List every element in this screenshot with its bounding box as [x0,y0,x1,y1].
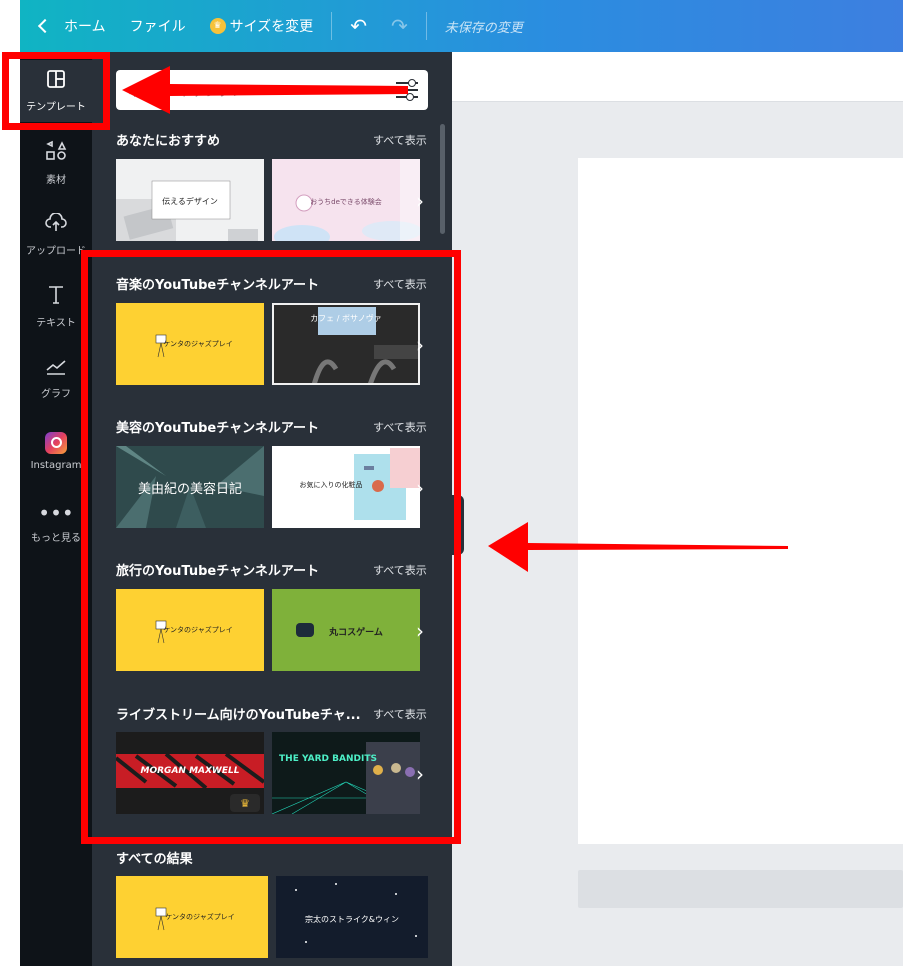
file-menu-button[interactable]: ファイル [118,0,198,52]
sidebar-item-label: もっと見る [31,533,81,544]
chevron-left-icon [37,18,53,34]
undo-icon[interactable]: ↶ [338,14,379,38]
resize-label: サイズを変更 [229,19,314,35]
toolbar-divider [331,12,333,40]
section-title: すべての結果 [116,852,193,867]
instagram-icon [45,431,67,454]
canvas-area [452,52,903,966]
canvas-header-strip [452,52,903,102]
sidebar-item-elements[interactable]: 素材 [20,132,92,194]
sidebar-item-label: 素材 [46,175,66,186]
template-thumbnail[interactable]: 伝えるデザイン [116,159,264,241]
thumbnail-text: 宗太のストライク&ウィン [304,915,400,924]
thumbnail-text: ケンタのジャズプレイ [165,913,235,921]
home-button[interactable]: ホーム [20,0,118,52]
canva-editor: ホーム ファイル ♛ サイズを変更 ↶ ↷ 未保存の変更 テンプレート 素材 ア… [0,0,903,966]
sidebar-item-label: テキスト [36,318,76,329]
resize-button[interactable]: ♛ サイズを変更 [198,0,326,52]
annotation-box-templates [2,52,110,130]
upload-icon [45,212,67,237]
top-bar: ホーム ファイル ♛ サイズを変更 ↶ ↷ 未保存の変更 [20,0,903,52]
annotation-arrow-left-icon [488,522,788,572]
design-canvas[interactable] [578,158,903,844]
template-thumbnail[interactable]: 宗太のストライク&ウィン [276,876,428,958]
toolbar-divider [425,12,427,40]
sidebar-item-label: グラフ [41,389,71,400]
thumbnail-text: おうちdeできる体験会 [310,198,382,206]
chevron-right-icon[interactable]: › [416,191,430,211]
annotation-arrow-left-icon [122,66,408,114]
unsaved-status: 未保存の変更 [444,20,523,36]
section-title: あなたにおすすめ [116,134,221,149]
sidebar-item-label: アップロード [26,246,86,257]
template-thumbnail[interactable]: ケンタのジャズプレイ [116,876,268,958]
text-icon [47,285,65,309]
chart-icon [45,358,67,380]
template-thumbnail[interactable]: おうちdeできる体験会 [272,159,420,241]
more-icon: ••• [38,501,74,525]
sidebar-item-label: Instagram [30,459,82,471]
crown-icon: ♛ [209,18,226,34]
show-all-link[interactable]: すべて表示 [373,132,427,148]
redo-icon[interactable]: ↷ [379,14,420,38]
annotation-box-templates-list [81,250,461,844]
home-label: ホーム [64,19,106,35]
elements-icon [45,140,67,166]
add-page-bar[interactable] [578,870,903,908]
scrollbar[interactable] [440,124,445,234]
file-label: ファイル [129,19,186,35]
thumbnail-text: 伝えるデザイン [162,197,218,206]
